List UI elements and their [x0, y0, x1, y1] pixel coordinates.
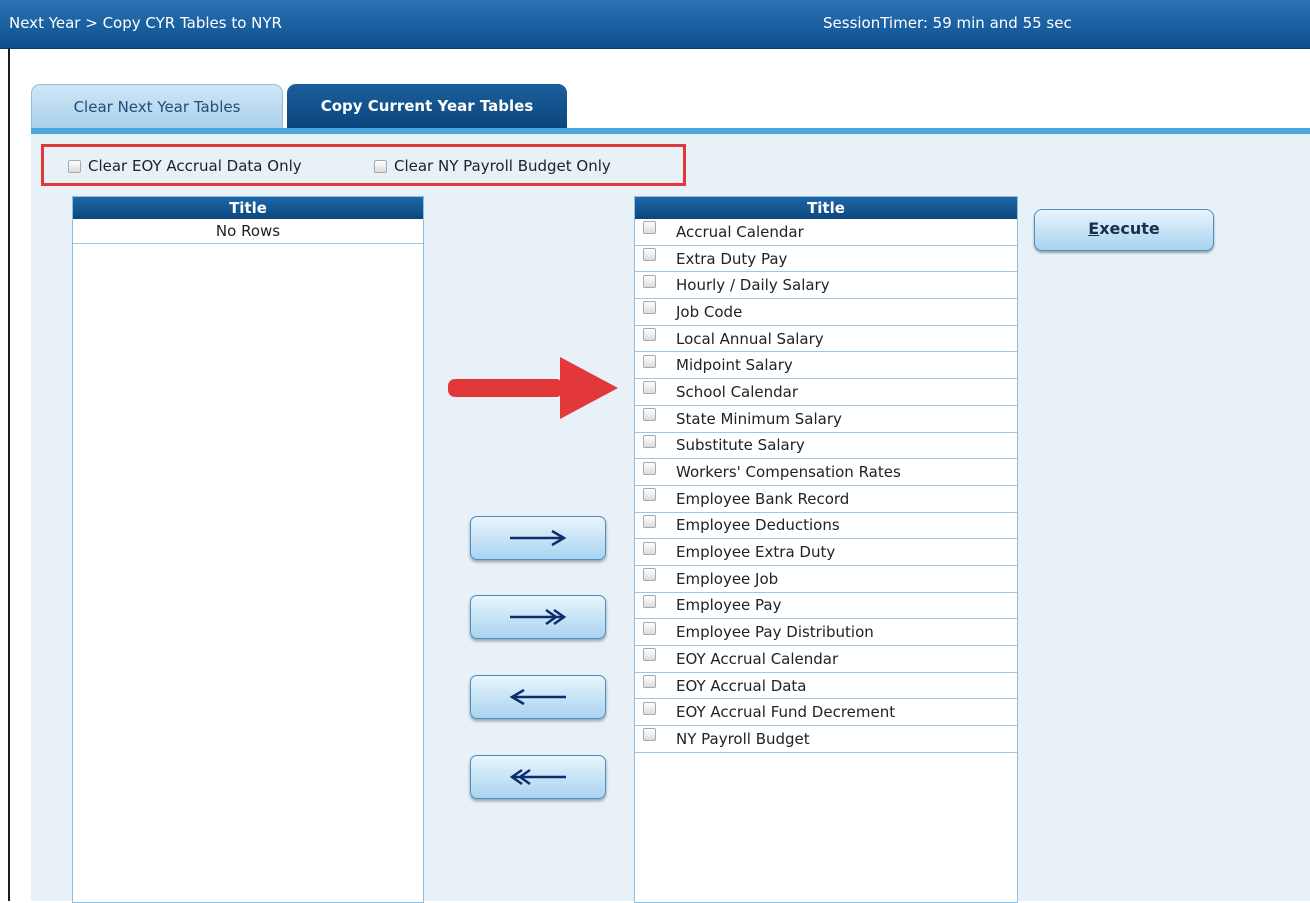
row-checkbox[interactable]: [643, 514, 656, 528]
table-row[interactable]: Accrual Calendar: [635, 219, 1017, 246]
clear-ny-payroll-label: Clear NY Payroll Budget Only: [394, 157, 611, 175]
table-row[interactable]: Job Code: [635, 299, 1017, 326]
row-checkbox[interactable]: [643, 728, 656, 742]
row-title: Extra Duty Pay: [676, 249, 788, 268]
row-checkbox[interactable]: [643, 221, 656, 235]
double-arrow-left-icon: [509, 768, 566, 786]
row-title: EOY Accrual Calendar: [676, 649, 839, 668]
row-checkbox[interactable]: [643, 461, 656, 475]
row-checkbox[interactable]: [643, 328, 656, 342]
table-row[interactable]: Employee Job: [635, 566, 1017, 593]
row-checkbox[interactable]: [643, 701, 656, 715]
double-arrow-right-icon: [510, 608, 567, 626]
execute-access-key: E: [1088, 219, 1100, 238]
row-checkbox[interactable]: [643, 594, 656, 608]
row-title: Hourly / Daily Salary: [676, 276, 830, 295]
arrow-right-icon: [510, 529, 567, 547]
clear-ny-payroll-option[interactable]: Clear NY Payroll Budget Only: [374, 157, 611, 175]
session-timer: SessionTimer: 59 min and 55 sec: [823, 14, 1072, 32]
row-title: Employee Extra Duty: [676, 543, 836, 562]
row-title: Substitute Salary: [676, 436, 805, 455]
annotation-arrow-icon: [448, 357, 618, 419]
left-list-header: Title: [73, 197, 423, 219]
arrow-left-icon: [509, 688, 566, 706]
clear-eoy-accrual-label: Clear EOY Accrual Data Only: [88, 157, 302, 175]
row-checkbox[interactable]: [643, 675, 656, 689]
row-checkbox[interactable]: [643, 274, 656, 288]
clear-ny-payroll-checkbox[interactable]: [374, 159, 387, 173]
row-title: NY Payroll Budget: [676, 729, 810, 748]
table-row[interactable]: Employee Bank Record: [635, 486, 1017, 513]
table-row[interactable]: State Minimum Salary: [635, 406, 1017, 433]
row-title: EOY Accrual Fund Decrement: [676, 703, 896, 722]
execute-label: xecute: [1099, 219, 1160, 238]
breadcrumb: Next Year > Copy CYR Tables to NYR: [9, 14, 282, 32]
execute-button[interactable]: Execute: [1034, 209, 1214, 251]
table-row[interactable]: NY Payroll Budget: [635, 726, 1017, 753]
row-checkbox[interactable]: [643, 354, 656, 368]
table-row[interactable]: Workers' Compensation Rates: [635, 459, 1017, 486]
table-row[interactable]: Local Annual Salary: [635, 326, 1017, 353]
frame-border: [8, 48, 10, 901]
row-title: Accrual Calendar: [676, 222, 804, 241]
row-checkbox[interactable]: [643, 488, 656, 502]
selected-tables-list[interactable]: Title Accrual Calendar Extra Duty Pay Ho…: [634, 196, 1018, 903]
table-row[interactable]: School Calendar: [635, 379, 1017, 406]
row-title: Employee Bank Record: [676, 489, 850, 508]
available-tables-list[interactable]: Title No Rows: [72, 196, 424, 903]
table-row[interactable]: EOY Accrual Data: [635, 673, 1017, 700]
move-selected-left-button[interactable]: [470, 675, 606, 719]
row-checkbox[interactable]: [643, 434, 656, 448]
right-list-header: Title: [635, 197, 1017, 219]
row-checkbox[interactable]: [643, 568, 656, 582]
clear-eoy-accrual-option[interactable]: Clear EOY Accrual Data Only: [68, 157, 302, 175]
table-row[interactable]: Substitute Salary: [635, 433, 1017, 460]
row-title: Local Annual Salary: [676, 329, 824, 348]
table-row[interactable]: Hourly / Daily Salary: [635, 272, 1017, 300]
row-title: Midpoint Salary: [676, 356, 793, 375]
move-all-left-button[interactable]: [470, 755, 606, 799]
row-checkbox[interactable]: [643, 248, 656, 262]
table-row[interactable]: Employee Pay Distribution: [635, 619, 1017, 646]
row-title: State Minimum Salary: [676, 409, 842, 428]
table-row[interactable]: EOY Accrual Calendar: [635, 646, 1017, 673]
row-checkbox[interactable]: [643, 408, 656, 422]
row-title: Job Code: [676, 302, 743, 321]
row-title: School Calendar: [676, 382, 799, 401]
table-row[interactable]: Extra Duty Pay: [635, 246, 1017, 273]
move-all-right-button[interactable]: [470, 595, 606, 639]
table-row[interactable]: Midpoint Salary: [635, 352, 1017, 380]
tab-clear-next-year-tables[interactable]: Clear Next Year Tables: [31, 84, 283, 129]
table-row[interactable]: Employee Pay: [635, 593, 1017, 620]
row-checkbox[interactable]: [643, 648, 656, 662]
clear-eoy-accrual-checkbox[interactable]: [68, 159, 81, 173]
move-selected-right-button[interactable]: [470, 516, 606, 560]
row-checkbox[interactable]: [643, 541, 656, 555]
row-title: Employee Deductions: [676, 516, 840, 535]
row-title: Employee Job: [676, 569, 779, 588]
row-title: EOY Accrual Data: [676, 676, 807, 695]
table-row[interactable]: Employee Extra Duty: [635, 539, 1017, 566]
table-row[interactable]: Employee Deductions: [635, 513, 1017, 540]
title-bar: Next Year > Copy CYR Tables to NYR Sessi…: [0, 0, 1310, 49]
tab-copy-current-year-tables[interactable]: Copy Current Year Tables: [287, 84, 567, 128]
row-title: Workers' Compensation Rates: [676, 463, 901, 482]
table-row[interactable]: EOY Accrual Fund Decrement: [635, 699, 1017, 727]
row-checkbox[interactable]: [643, 621, 656, 635]
row-checkbox[interactable]: [643, 381, 656, 395]
options-highlight-box: Clear EOY Accrual Data Only Clear NY Pay…: [41, 144, 686, 186]
no-rows-text: No Rows: [73, 219, 423, 244]
row-title: Employee Pay: [676, 596, 782, 615]
row-title: Employee Pay Distribution: [676, 623, 874, 642]
row-checkbox[interactable]: [643, 301, 656, 315]
